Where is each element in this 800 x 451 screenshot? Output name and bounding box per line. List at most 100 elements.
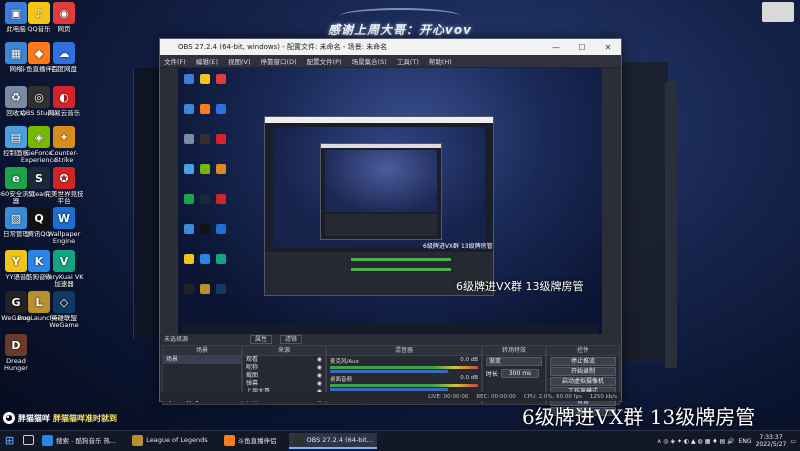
mixer-channel-1: 麦克风/Aux 0.0 dB	[327, 356, 481, 374]
control-button[interactable]: 停止推流	[550, 357, 616, 366]
preview-taskbar	[182, 324, 598, 334]
windows-start-icon: ⊞	[4, 433, 15, 447]
task-view-icon	[23, 435, 34, 445]
obs-menu-item[interactable]: 视图(V)	[228, 56, 251, 66]
desktop-icon[interactable]: V VeryKuai VK加速器	[42, 250, 86, 288]
properties-button[interactable]: 属性	[249, 335, 272, 344]
overlay-text-large: 6级牌进VX群 13级牌房管	[522, 405, 756, 429]
brand-name: 胖猫猫咩	[18, 413, 50, 423]
preview-desktop-icon	[216, 104, 226, 114]
nested-obs-window-1: 6级牌进VX群 13级牌房管	[264, 116, 494, 296]
taskbar-app[interactable]: 搜索 - 酷狗音乐 热...	[38, 433, 120, 449]
preview-desktop-icon	[216, 134, 226, 144]
preview-desktop-icon	[184, 194, 194, 204]
window-controls: — ☐ ✕	[543, 39, 621, 55]
source-item-label: 昵称	[246, 364, 259, 371]
eye-icon[interactable]: ◉	[317, 380, 325, 388]
clock[interactable]: 7:33:37 2022/5/27	[756, 434, 787, 448]
source-item[interactable]: 昵称 ◉	[243, 364, 325, 372]
obs-menu-item[interactable]: 停靠窗口(D)	[261, 56, 297, 66]
desktop-icon[interactable]: ✪ 完美世界竞技平台	[42, 167, 86, 205]
source-item-label: 观看	[246, 356, 259, 363]
task-view-button[interactable]	[19, 433, 38, 449]
desktop-icon[interactable]: ☁ 百度网盘	[42, 42, 86, 73]
banner-title: 感谢上周大哥：开心vov	[328, 23, 472, 37]
taskbar-app[interactable]: OBS 27.2.4 (64-bit...	[288, 433, 377, 449]
control-button[interactable]: 启动虚拟摄像机	[550, 377, 616, 386]
desktop-icon-label: Dread Hunger	[4, 358, 28, 372]
desktop-icon[interactable]: ◉ 网页	[42, 2, 86, 33]
desktop-icon[interactable]: ◐ 网易云音乐	[42, 86, 86, 117]
status-cpu: CPU: 2.0%, 60.00 fps	[523, 393, 582, 400]
lol-icon	[132, 434, 144, 446]
taskbar-apps: 搜索 - 酷狗音乐 热... League of Legends 斗鱼直播伴侣 OBS…	[38, 433, 385, 449]
preview-desktop-icon	[216, 194, 226, 204]
source-item[interactable]: 弹幕 ◉	[243, 380, 325, 388]
preview-desktop-icon	[200, 194, 210, 204]
preview-desktop-icon	[216, 164, 226, 174]
eye-icon[interactable]: ◉	[317, 372, 325, 380]
nested-overlay-text: 6级牌进VX群 13级牌房管	[423, 243, 493, 250]
nested-titlebar-2	[321, 144, 441, 148]
mixer-channel-2-slider[interactable]	[330, 388, 449, 391]
mixer-channel-1-slider[interactable]	[330, 370, 449, 373]
douyu-icon	[223, 434, 235, 446]
filters-button[interactable]: 滤镜	[279, 335, 302, 344]
source-item[interactable]: 截图 ◉	[243, 372, 325, 380]
obs-menu-item[interactable]: 帮助(H)	[429, 56, 452, 66]
preview-desktop-icon	[200, 164, 210, 174]
status-rec: REC: 00:00:00	[476, 393, 516, 400]
csgo-icon: ✦	[53, 126, 75, 148]
taskbar-app[interactable]: 斗鱼直播伴侣	[220, 433, 281, 449]
nested-obs-window-2	[320, 143, 442, 240]
preview-desktop-icon	[200, 224, 210, 234]
taskbar-app[interactable]: League of Legends	[128, 433, 211, 449]
obs-menu-item[interactable]: 配置文件(P)	[307, 56, 342, 66]
nested-docks-2	[325, 214, 437, 236]
preview-desktop-icon	[184, 224, 194, 234]
tray-icons[interactable]: ∧ ◎ ◈ ✦ ◐ ▲ ◍ ▦ ♦ ▤ 🔊	[657, 438, 735, 445]
desktop-icon[interactable]: ◇ 英雄联盟WeGame	[42, 291, 86, 329]
nested-preview-2	[325, 150, 437, 212]
source-item-label: 弹幕	[246, 380, 259, 387]
cat-logo-icon: ◕	[3, 412, 15, 424]
desktop-icon[interactable]: D Dread Hunger	[0, 334, 38, 372]
desktop-icon-label: 百度网盘	[51, 66, 77, 73]
notification-icon[interactable]: ▭	[790, 438, 796, 445]
start-button[interactable]: ⊞	[0, 433, 19, 449]
nested-titlebar-1	[265, 117, 493, 123]
obs-icon	[292, 434, 304, 446]
maximize-icon[interactable]: ☐	[569, 39, 595, 55]
obs-menu-item[interactable]: 文件(F)	[164, 56, 186, 66]
preview-desktop-icon	[184, 104, 194, 114]
obs-menu-item[interactable]: 编辑(E)	[196, 56, 218, 66]
control-button[interactable]: 开始录制	[550, 367, 616, 376]
duration-label: 时长	[486, 371, 499, 378]
clock-time: 7:33:37	[759, 434, 783, 441]
clock-date: 2022/5/27	[755, 441, 787, 448]
lol-icon: ◇	[53, 291, 75, 313]
desktop-icon[interactable]: ✦ Counter-Strike	[42, 126, 86, 164]
minimize-icon[interactable]: —	[543, 39, 569, 55]
eye-icon[interactable]: ◉	[317, 356, 325, 364]
nested-meter-1	[351, 258, 451, 261]
banner: 感谢上周大哥：开心vov	[300, 8, 500, 40]
obs-titlebar: OBS 27.2.4 (64-bit, windows) - 配置文件: 未命名…	[160, 39, 621, 55]
obs-menu-item[interactable]: 工具(T)	[397, 56, 419, 66]
close-icon[interactable]: ✕	[595, 39, 621, 55]
source-toolbar: 未选择源 属性 滤镜	[160, 335, 621, 344]
scene-item[interactable]: 场景	[163, 356, 241, 364]
stream-brand: ◕ 胖猫猫咩 胖猫猫咩准时就到	[3, 411, 133, 425]
mixer-channel-1-level: 0.0 dB	[460, 357, 478, 363]
source-item[interactable]: 观看 ◉	[243, 356, 325, 364]
input-language[interactable]: ENG	[739, 438, 752, 445]
preview-desktop-icon	[200, 284, 210, 294]
desktop-icon[interactable]: W Wallpaper Engine	[42, 207, 86, 245]
obs-preview[interactable]: 6级牌进VX群 13级牌房管	[178, 68, 602, 334]
eye-icon[interactable]: ◉	[317, 364, 325, 372]
preview-desktop-icon	[216, 284, 226, 294]
obs-menu-item[interactable]: 场景集合(S)	[352, 56, 387, 66]
preview-desktop-icon	[216, 254, 226, 264]
duration-input[interactable]: 300 ms	[501, 369, 539, 378]
transition-select[interactable]: 渐变	[486, 357, 542, 366]
